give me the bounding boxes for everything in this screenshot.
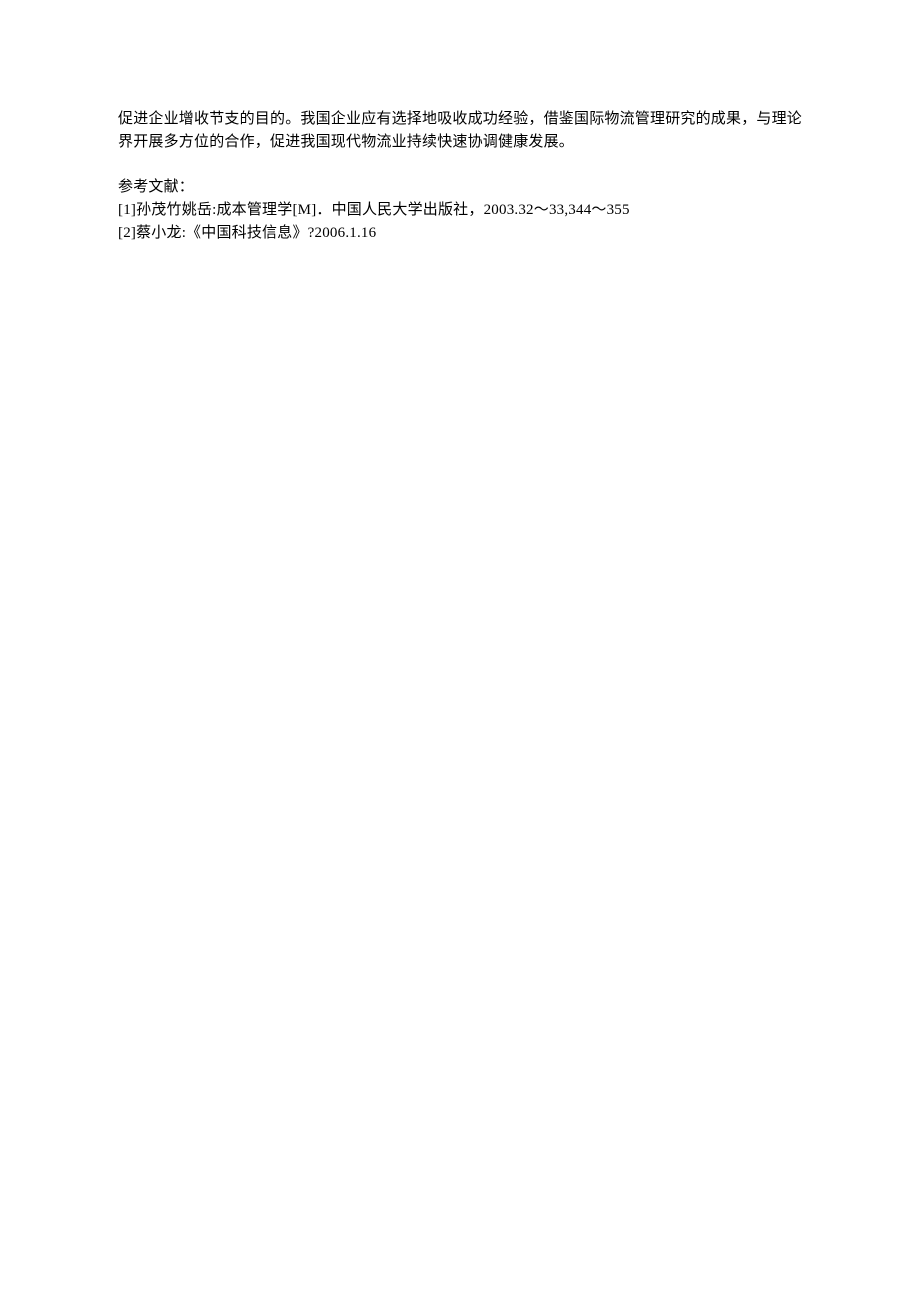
- reference-item: [2]蔡小龙:《中国科技信息》?2006.1.16: [118, 222, 802, 245]
- references-heading: 参考文献：: [118, 176, 802, 199]
- document-page: 促进企业增收节支的目的。我国企业应有选择地吸收成功经验，借鉴国际物流管理研究的成…: [0, 0, 920, 245]
- reference-item: [1]孙茂竹姚岳:成本管理学[M]．中国人民大学出版社，2003.32～33,3…: [118, 199, 802, 222]
- body-paragraph: 促进企业增收节支的目的。我国企业应有选择地吸收成功经验，借鉴国际物流管理研究的成…: [118, 108, 802, 154]
